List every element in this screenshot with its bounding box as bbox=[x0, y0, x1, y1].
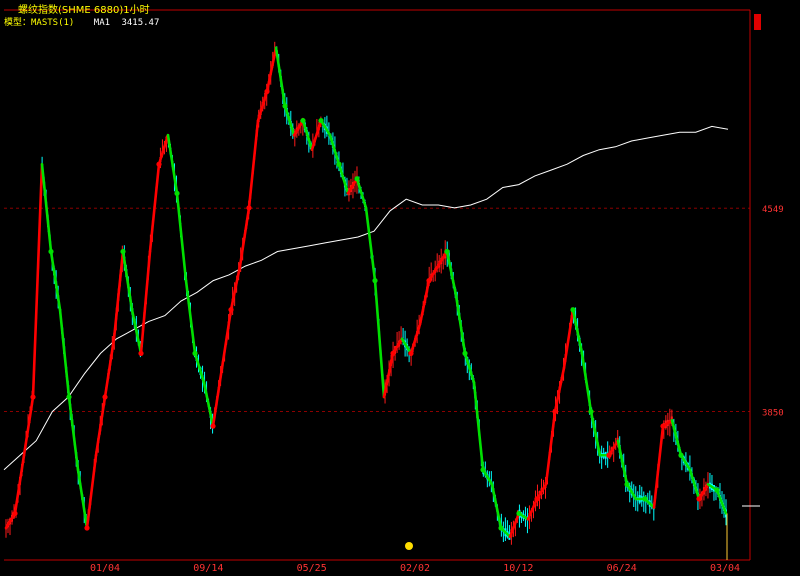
signal-dot bbox=[282, 103, 288, 109]
signal-dot bbox=[516, 510, 522, 517]
signal-dot bbox=[714, 487, 720, 493]
signal-dot bbox=[624, 481, 630, 487]
signal-dot bbox=[534, 496, 540, 502]
signal-dot bbox=[246, 205, 252, 211]
model-label: 模型：MASTS(1) bbox=[4, 18, 75, 28]
signal-dot bbox=[210, 423, 216, 429]
signal-dot bbox=[264, 88, 270, 95]
signal-dot bbox=[48, 248, 54, 255]
signal-dot bbox=[138, 350, 144, 356]
chart-title: 螺纹指数(SHME 6880)1小时 bbox=[18, 5, 150, 16]
x-tick-label: 06/24 bbox=[607, 563, 637, 572]
signal-dot bbox=[66, 394, 72, 400]
signal-dot bbox=[372, 278, 378, 284]
signal-dot bbox=[426, 278, 432, 284]
signal-dot bbox=[552, 408, 558, 415]
signal-dot bbox=[480, 467, 486, 473]
event-marker-dot bbox=[405, 542, 413, 550]
ma-value: 3415.47 bbox=[121, 18, 160, 28]
signal-dot bbox=[606, 452, 612, 458]
signal-dot bbox=[300, 117, 306, 124]
x-tick-label: 03/04 bbox=[710, 563, 740, 572]
signal-dot bbox=[30, 394, 36, 400]
signal-dot bbox=[228, 307, 234, 313]
indicator-legend: 模型：MASTS(1) MA1 3415.47 bbox=[4, 15, 159, 28]
signal-dot bbox=[174, 190, 180, 196]
signal-dot bbox=[696, 496, 702, 502]
signal-dot bbox=[120, 248, 126, 255]
signal-dot bbox=[84, 525, 90, 531]
signal-dot bbox=[156, 161, 162, 167]
signal-dot bbox=[444, 248, 450, 255]
y-tick-label: 3850 bbox=[762, 409, 784, 419]
scroll-indicator[interactable] bbox=[754, 14, 761, 30]
signal-dot bbox=[678, 452, 684, 458]
x-tick-label: 10/12 bbox=[503, 563, 533, 572]
signal-dot bbox=[570, 307, 576, 313]
signal-dot bbox=[498, 525, 504, 531]
signal-dot bbox=[390, 350, 396, 356]
y-tick-label: 4549 bbox=[762, 205, 784, 215]
chart-canvas: 4549 3850 01/04 09/14 05/25 02/02 10/12 06/24 03… bbox=[0, 0, 800, 574]
x-tick-label: 05/25 bbox=[297, 563, 327, 572]
signal-dot bbox=[318, 117, 324, 124]
signal-dot bbox=[462, 350, 468, 356]
x-tick-label: 09/14 bbox=[193, 563, 223, 572]
signal-dot bbox=[336, 161, 342, 167]
signal-dot bbox=[660, 423, 666, 429]
ma-name: MA1 bbox=[93, 18, 111, 28]
signal-dot bbox=[642, 496, 648, 502]
chart-area: 4549 3850 01/04 09/14 05/25 02/02 10/12 06/24 03… bbox=[0, 0, 800, 574]
signal-dot bbox=[588, 408, 594, 415]
signal-dot bbox=[408, 350, 414, 356]
x-tick-label: 01/04 bbox=[90, 563, 120, 572]
signal-dot bbox=[354, 176, 360, 182]
x-tick-label: 02/02 bbox=[400, 563, 430, 572]
signal-dot bbox=[102, 394, 108, 400]
signal-dot bbox=[192, 350, 198, 356]
signal-dot bbox=[12, 510, 18, 517]
